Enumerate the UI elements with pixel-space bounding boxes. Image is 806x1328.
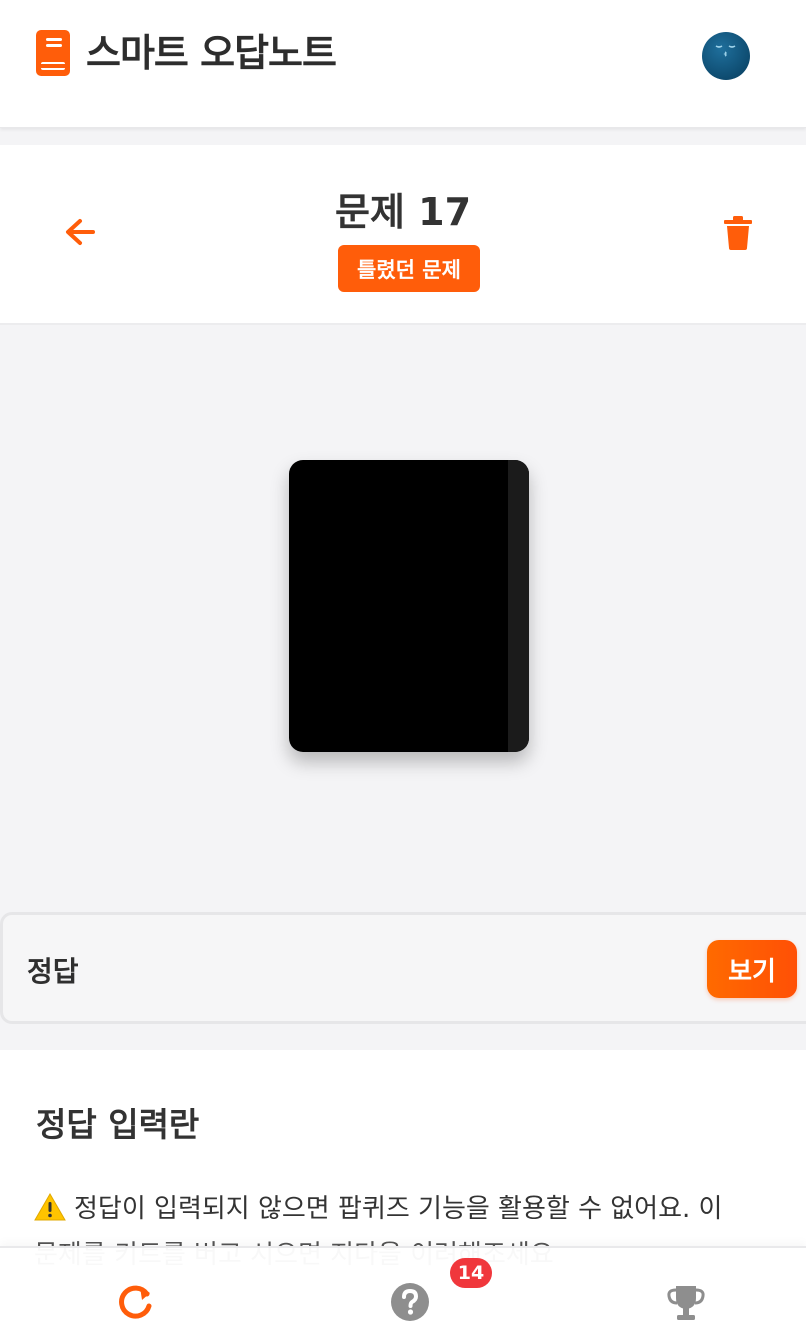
problem-image[interactable] <box>289 460 529 752</box>
answer-row: 정답 보기 <box>0 912 806 1024</box>
answer-input-title: 정답 입력란 <box>36 1105 200 1144</box>
warning-icon <box>34 1192 66 1220</box>
nav-item-retry[interactable] <box>34 1248 234 1328</box>
app-title: 스마트 오답노트 <box>86 31 337 75</box>
delete-button[interactable] <box>722 215 754 251</box>
question-icon <box>390 1282 430 1322</box>
user-avatar[interactable] <box>702 32 750 80</box>
problem-image-area <box>0 326 806 911</box>
app-header: 스마트 오답노트 <box>0 0 806 128</box>
nav-item-ranking[interactable] <box>584 1248 784 1328</box>
warning-text: 정답이 입력되지 않으면 팝퀴즈 기능을 활용할 수 없어요. 이 <box>74 1194 723 1224</box>
quiz-count-badge: 14 <box>450 1258 492 1288</box>
warning-message: 정답이 입력되지 않으면 팝퀴즈 기능을 활용할 수 없어요. 이 <box>34 1188 774 1225</box>
problem-header: 문제 17 틀렸던 문제 <box>0 145 806 325</box>
show-answer-button[interactable]: 보기 <box>707 940 797 998</box>
problem-title: 문제 17 <box>334 190 472 234</box>
bottom-navigation <box>0 1246 806 1328</box>
avatar-face-icon <box>715 45 736 57</box>
problem-image-edge <box>508 460 529 752</box>
status-badge: 틀렸던 문제 <box>338 245 480 292</box>
retry-icon <box>116 1282 156 1322</box>
answer-label: 정답 <box>27 955 79 988</box>
book-icon <box>36 30 70 76</box>
app-root: 스마트 오답노트 문제 17 틀렸던 문제 정답 보기 정답 입력란 정답이 입… <box>0 0 806 1328</box>
trophy-icon <box>666 1282 706 1322</box>
trash-icon <box>724 216 752 250</box>
brand[interactable]: 스마트 오답노트 <box>36 30 337 76</box>
